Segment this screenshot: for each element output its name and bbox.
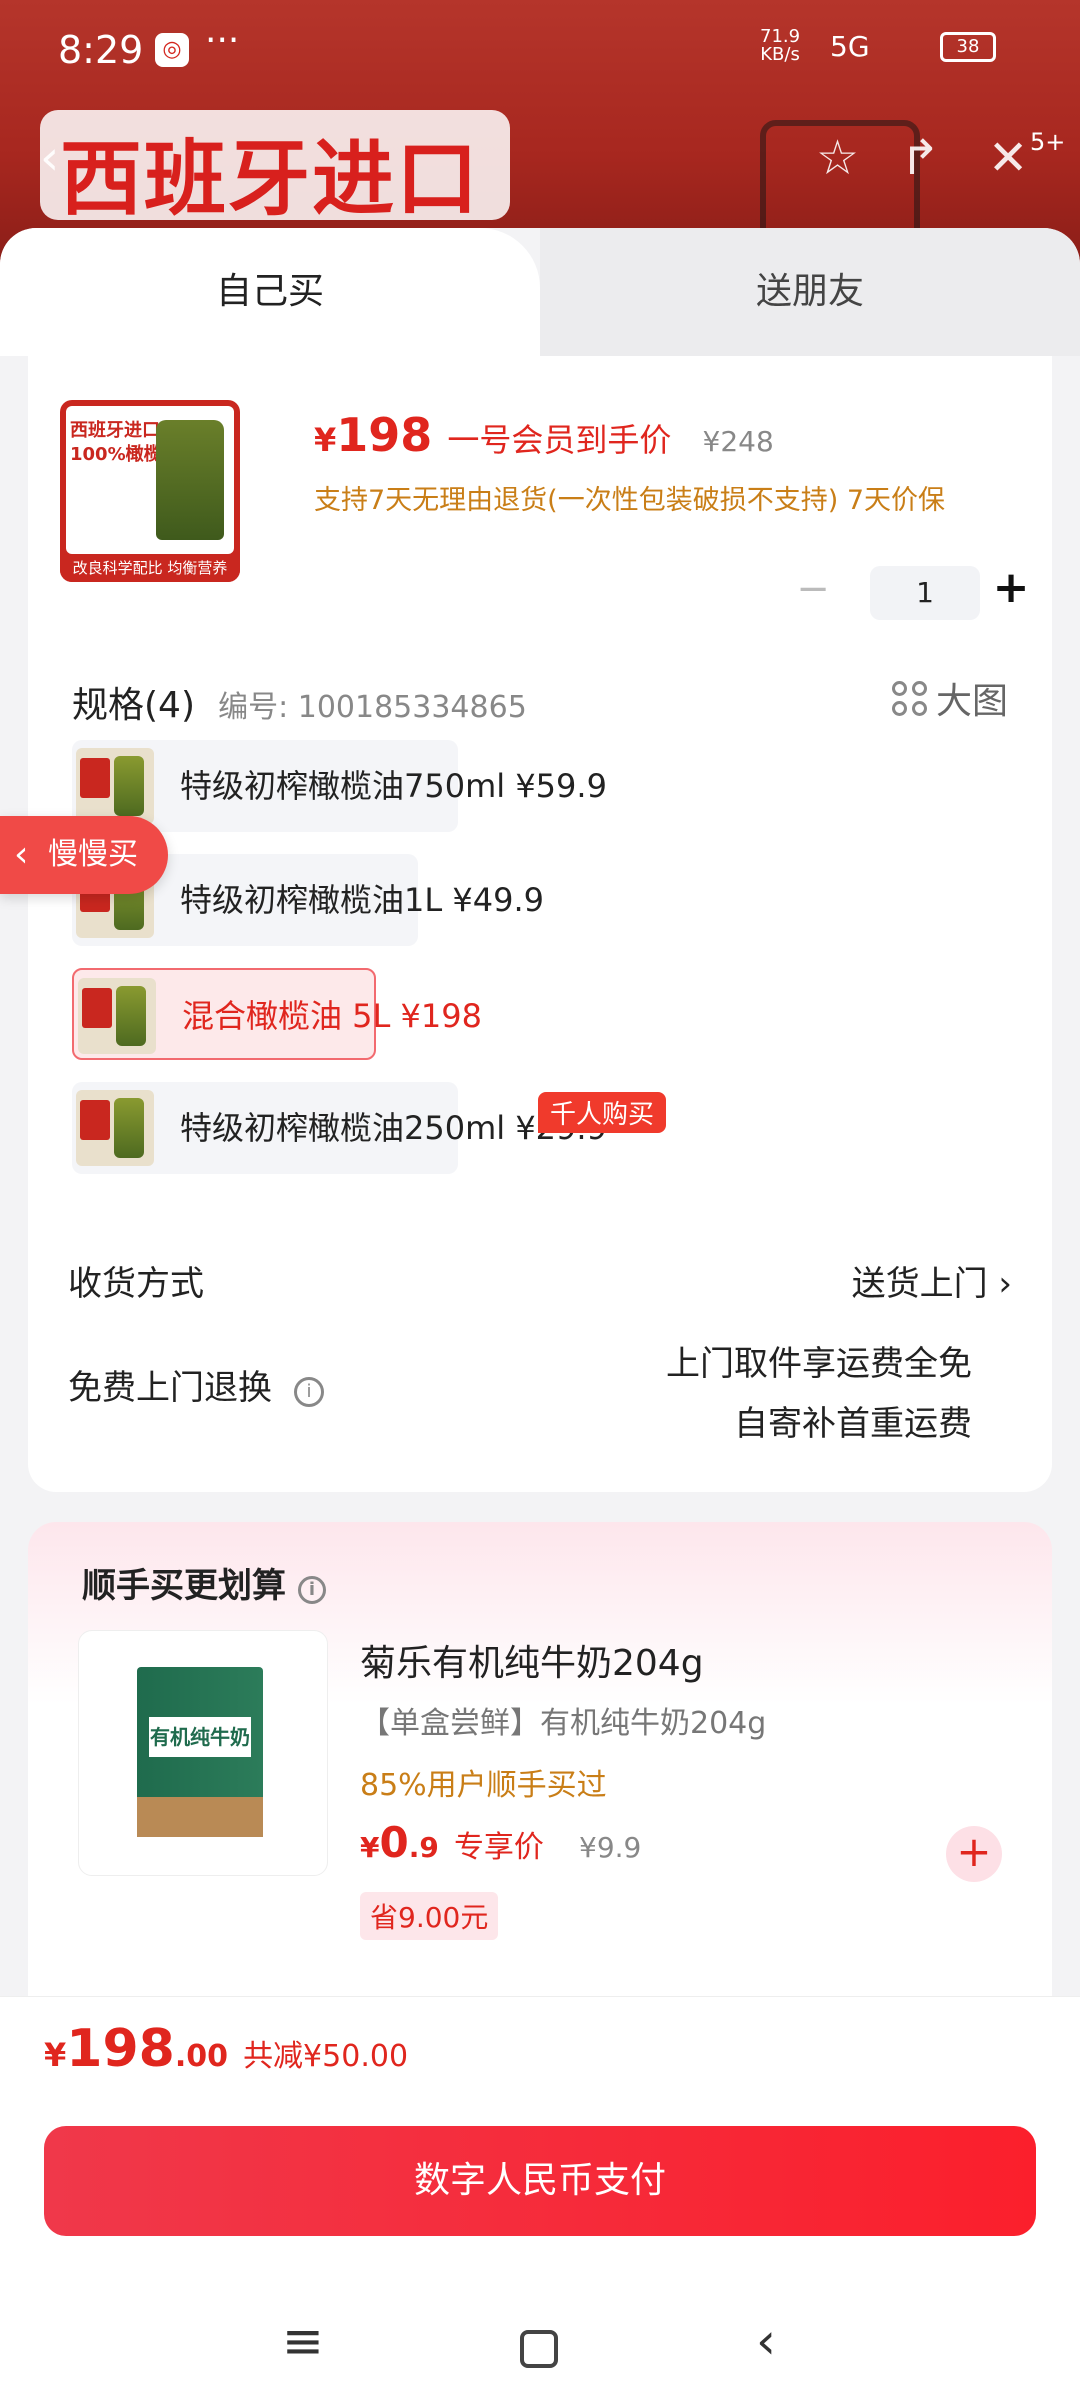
slow-buy-label: 慢慢买 — [48, 837, 138, 872]
recommend-subtitle: 【单盒尝鲜】有机纯牛奶204g — [360, 1706, 767, 1741]
status-more: ··· — [205, 20, 240, 61]
product-thumbnail[interactable]: 西班牙进口 100%橄榄油 改良科学配比 均衡营养 — [60, 400, 240, 582]
member-price-label: 一号会员到手价 — [447, 421, 672, 459]
slow-buy-button[interactable]: ‹ 慢慢买 — [0, 816, 168, 894]
recommend-save-badge: 省9.00元 — [360, 1892, 499, 1940]
bottom-area: 数字人民币支付 ≡ ‹ — [0, 2112, 1080, 2400]
oil-bottle-image — [156, 420, 224, 540]
member-price: ¥198 — [314, 408, 433, 462]
back-icon[interactable]: ‹ — [40, 130, 59, 186]
quantity-stepper: − 1 + — [788, 562, 1029, 622]
bank-app-icon: ◎ — [155, 33, 189, 67]
close-icon[interactable]: ✕ — [988, 130, 1028, 186]
spec-thumbnail — [78, 978, 156, 1054]
spec-header: 规格(4) 编号: 100185334865 — [72, 676, 527, 728]
page-nav: ‹ ☆ ↱ ✕ — [0, 120, 1080, 200]
recommend-price-label: 专享价 — [453, 1830, 544, 1865]
status-time: 8:29 — [58, 28, 144, 72]
milk-box-label: 有机纯牛奶 — [149, 1717, 251, 1757]
milk-box-image: 有机纯牛奶 — [137, 1667, 263, 1837]
recommend-name[interactable]: 菊乐有机纯牛奶204g — [360, 1634, 704, 1686]
buy-mode-tabs: 自己买 送朋友 — [0, 228, 1080, 356]
grid-icon — [891, 681, 928, 717]
recommend-price: ¥0.9 — [360, 1818, 439, 1867]
signal-indicator: 5G — [830, 30, 870, 63]
recommend-card: 顺手买更划算 i 有机纯牛奶 菊乐有机纯牛奶204g 【单盒尝鲜】有机纯牛奶204… — [28, 1522, 1052, 2042]
system-nav-bar: ≡ ‹ — [0, 2292, 1080, 2400]
spec-thumbnail — [76, 1090, 154, 1166]
star-icon[interactable]: ☆ — [816, 130, 859, 186]
recommend-old-price: ¥9.9 — [579, 1831, 642, 1864]
spec-option-5l-selected[interactable]: 混合橄榄油 5L ¥198 — [72, 968, 482, 1060]
total-discount: 共减¥50.00 — [243, 2039, 409, 2074]
thumbnail-footer: 改良科学配比 均衡营养 — [60, 554, 240, 582]
recommend-title: 顺手买更划算 i — [82, 1558, 326, 1607]
delivery-value: 送货上门 › — [851, 1264, 1012, 1304]
total-price: ¥198.00 共减¥50.00 — [44, 2019, 408, 2079]
add-recommend-button[interactable]: + — [946, 1826, 1002, 1882]
total-bar: ¥198.00 共减¥50.00 — [0, 1996, 1080, 2112]
info-icon[interactable]: i — [294, 1377, 324, 1407]
decrease-button[interactable]: − — [788, 566, 838, 612]
delivery-row[interactable]: 收货方式 送货上门 › — [68, 1256, 1012, 1306]
product-code: 编号: 100185334865 — [218, 690, 527, 725]
tab-self[interactable]: 自己买 — [0, 228, 540, 356]
product-card: 西班牙进口 100%橄榄油 改良科学配比 均衡营养 ¥198 一号会员到手价 ¥… — [28, 356, 1052, 1492]
spec-option-250ml[interactable]: 特级初榨橄榄油250ml ¥29.9 — [72, 1082, 607, 1174]
back-nav-icon[interactable]: ‹ — [756, 2312, 776, 2370]
spec-label: 特级初榨橄榄油1L ¥49.9 — [180, 881, 544, 919]
returns-detail: 上门取件享运费全免 自寄补首重运费 — [666, 1344, 972, 1444]
returns-row: 免费上门退换 i 上门取件享运费全免 自寄补首重运费 — [68, 1334, 1012, 1454]
spec-label: 混合橄榄油 5L ¥198 — [182, 997, 482, 1035]
home-icon[interactable] — [520, 2330, 558, 2368]
net-speed: 71.9 KB/s — [760, 26, 801, 65]
big-image-label: 大图 — [935, 681, 1008, 722]
milk-thumbnail[interactable]: 有机纯牛奶 — [78, 1630, 328, 1876]
battery-icon: 38 — [940, 32, 996, 62]
price-row: ¥198 一号会员到手价 ¥248 — [314, 408, 774, 468]
status-bar: 8:29 ◎ ··· 71.9 KB/s 5G 38 — [0, 0, 1080, 100]
spec-thumbnail — [76, 748, 154, 824]
big-image-button[interactable]: 大图 — [891, 672, 1008, 724]
chevron-right-icon: › — [998, 1264, 1012, 1304]
spec-label: 特级初榨橄榄油750ml ¥59.9 — [180, 767, 607, 805]
chevron-left-icon: ‹ — [14, 834, 29, 875]
menu-icon[interactable]: ≡ — [282, 2312, 324, 2370]
increase-button[interactable]: + — [986, 562, 1036, 613]
spec-title: 规格(4) — [72, 685, 195, 726]
quantity-value[interactable]: 1 — [870, 566, 980, 620]
original-price: ¥248 — [702, 425, 774, 458]
recommend-price-row: ¥0.9 专享价 ¥9.9 — [360, 1818, 641, 1867]
info-icon[interactable]: i — [298, 1576, 326, 1604]
total-amount: ¥198.00 — [44, 2019, 228, 2079]
return-policy: 支持7天无理由退货(一次性包装破损不支持) 7天价保 — [314, 485, 946, 516]
cart-badge: 5+ — [1030, 128, 1066, 156]
pay-button[interactable]: 数字人民币支付 — [44, 2126, 1036, 2236]
thumbnail-title: 西班牙进口 — [70, 420, 160, 441]
recommend-buy-rate: 85%用户顺手买过 — [360, 1768, 607, 1803]
share-icon[interactable]: ↱ — [900, 130, 940, 186]
returns-label: 免费上门退换 i — [68, 1360, 324, 1409]
tab-friend[interactable]: 送朋友 — [540, 228, 1080, 356]
hot-tag-badge: 千人购买 — [538, 1092, 667, 1133]
delivery-label: 收货方式 — [68, 1264, 204, 1304]
